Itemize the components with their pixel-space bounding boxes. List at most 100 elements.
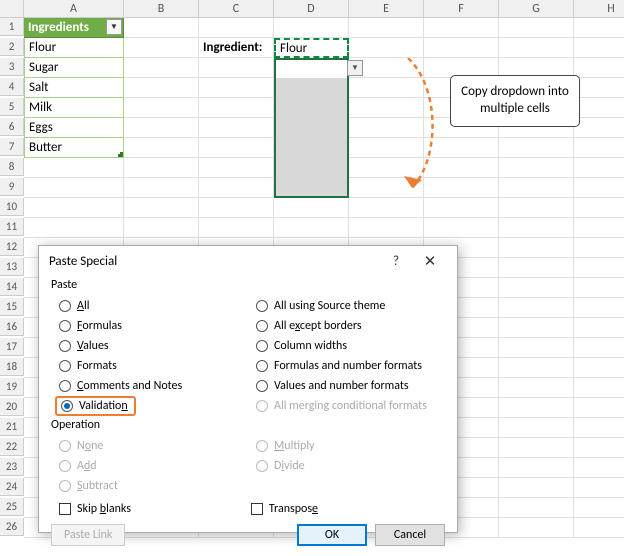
cell-D1[interactable]: [274, 18, 349, 38]
cell-B11[interactable]: [124, 218, 199, 238]
filter-button[interactable]: ▼: [106, 19, 122, 35]
cell-D2[interactable]: Flour: [274, 38, 349, 58]
cell-H6[interactable]: [574, 118, 624, 138]
row-header-20[interactable]: 20: [0, 398, 24, 416]
cell-B1[interactable]: [124, 18, 199, 38]
row-header-24[interactable]: 24: [0, 478, 24, 496]
dialog-help-button[interactable]: ?: [379, 247, 413, 275]
cell-C3[interactable]: [199, 58, 274, 78]
cell-B4[interactable]: [124, 78, 199, 98]
cell-H20[interactable]: [574, 398, 624, 418]
cell-G12[interactable]: [499, 238, 574, 258]
cell-G24[interactable]: [499, 478, 574, 498]
cell-H22[interactable]: [574, 438, 624, 458]
cell-H26[interactable]: [574, 518, 624, 538]
row-header-25[interactable]: 25: [0, 498, 24, 516]
cell-E8[interactable]: [349, 158, 424, 178]
cell-B9[interactable]: [124, 178, 199, 198]
cell-G17[interactable]: [499, 338, 574, 358]
table-resize-handle[interactable]: [118, 152, 123, 157]
cell-C9[interactable]: [199, 178, 274, 198]
cell-H10[interactable]: [574, 198, 624, 218]
cell-H13[interactable]: [574, 258, 624, 278]
paste-option-comments-and-notes[interactable]: Comments and Notes: [51, 376, 248, 396]
cell-A3[interactable]: Sugar: [24, 58, 124, 78]
cell-G9[interactable]: [499, 178, 574, 198]
cancel-button[interactable]: Cancel: [375, 524, 445, 546]
row-header-1[interactable]: 1: [0, 18, 24, 36]
row-header-10[interactable]: 10: [0, 198, 24, 216]
row-header-15[interactable]: 15: [0, 298, 24, 316]
col-header-F[interactable]: F: [424, 0, 499, 18]
cell-F9[interactable]: [424, 178, 499, 198]
cell-A6[interactable]: Eggs: [24, 118, 124, 138]
row-header-9[interactable]: 9: [0, 178, 24, 196]
cell-G1[interactable]: [499, 18, 574, 38]
cell-G18[interactable]: [499, 358, 574, 378]
cell-C10[interactable]: [199, 198, 274, 218]
cell-E7[interactable]: [349, 138, 424, 158]
cell-H19[interactable]: [574, 378, 624, 398]
cell-H12[interactable]: [574, 238, 624, 258]
cell-E2[interactable]: [349, 38, 424, 58]
skip-blanks-checkbox[interactable]: Skip blanks: [59, 502, 131, 516]
paste-option-formulas[interactable]: Formulas: [51, 316, 248, 336]
cell-G11[interactable]: [499, 218, 574, 238]
cell-B8[interactable]: [124, 158, 199, 178]
cell-G16[interactable]: [499, 318, 574, 338]
cell-G19[interactable]: [499, 378, 574, 398]
cell-C8[interactable]: [199, 158, 274, 178]
cell-G13[interactable]: [499, 258, 574, 278]
paste-option-values-and-number-formats[interactable]: Values and number formats: [248, 376, 445, 396]
cell-E10[interactable]: [349, 198, 424, 218]
cell-H7[interactable]: [574, 138, 624, 158]
col-header-D[interactable]: D: [274, 0, 349, 18]
col-header-B[interactable]: B: [124, 0, 199, 18]
cell-G10[interactable]: [499, 198, 574, 218]
cell-B5[interactable]: [124, 98, 199, 118]
cell-H3[interactable]: [574, 58, 624, 78]
cell-C5[interactable]: [199, 98, 274, 118]
dialog-close-button[interactable]: ✕: [413, 247, 447, 275]
cell-F7[interactable]: [424, 138, 499, 158]
row-header-7[interactable]: 7: [0, 138, 24, 156]
cell-F2[interactable]: [424, 38, 499, 58]
row-header-23[interactable]: 23: [0, 458, 24, 476]
cell-B7[interactable]: [124, 138, 199, 158]
cell-G20[interactable]: [499, 398, 574, 418]
cell-E6[interactable]: [349, 118, 424, 138]
col-header-G[interactable]: G: [499, 0, 574, 18]
cell-G7[interactable]: [499, 138, 574, 158]
cell-C7[interactable]: [199, 138, 274, 158]
row-header-21[interactable]: 21: [0, 418, 24, 436]
cell-H14[interactable]: [574, 278, 624, 298]
select-all-corner[interactable]: [0, 0, 24, 18]
cell-G2[interactable]: [499, 38, 574, 58]
cell-D10[interactable]: [274, 198, 349, 218]
col-header-C[interactable]: C: [199, 0, 274, 18]
cell-E5[interactable]: [349, 98, 424, 118]
paste-option-formats[interactable]: Formats: [51, 356, 248, 376]
paste-option-all[interactable]: All: [51, 296, 248, 316]
row-header-5[interactable]: 5: [0, 98, 24, 116]
cell-A5[interactable]: Milk: [24, 98, 124, 118]
cell-H11[interactable]: [574, 218, 624, 238]
paste-option-column-widths[interactable]: Column widths: [248, 336, 445, 356]
cell-H25[interactable]: [574, 498, 624, 518]
cell-H17[interactable]: [574, 338, 624, 358]
cell-F8[interactable]: [424, 158, 499, 178]
row-header-16[interactable]: 16: [0, 318, 24, 336]
row-header-22[interactable]: 22: [0, 438, 24, 456]
cell-A7[interactable]: Butter: [24, 138, 124, 158]
cell-H8[interactable]: [574, 158, 624, 178]
cell-A11[interactable]: [24, 218, 124, 238]
col-header-H[interactable]: H: [574, 0, 624, 18]
cell-G25[interactable]: [499, 498, 574, 518]
transpose-checkbox[interactable]: Transpose: [251, 502, 318, 516]
paste-link-button[interactable]: Paste Link: [51, 524, 125, 546]
cell-G22[interactable]: [499, 438, 574, 458]
cell-C2[interactable]: Ingredient:: [199, 38, 274, 58]
cell-B6[interactable]: [124, 118, 199, 138]
row-header-13[interactable]: 13: [0, 258, 24, 276]
cell-F11[interactable]: [424, 218, 499, 238]
